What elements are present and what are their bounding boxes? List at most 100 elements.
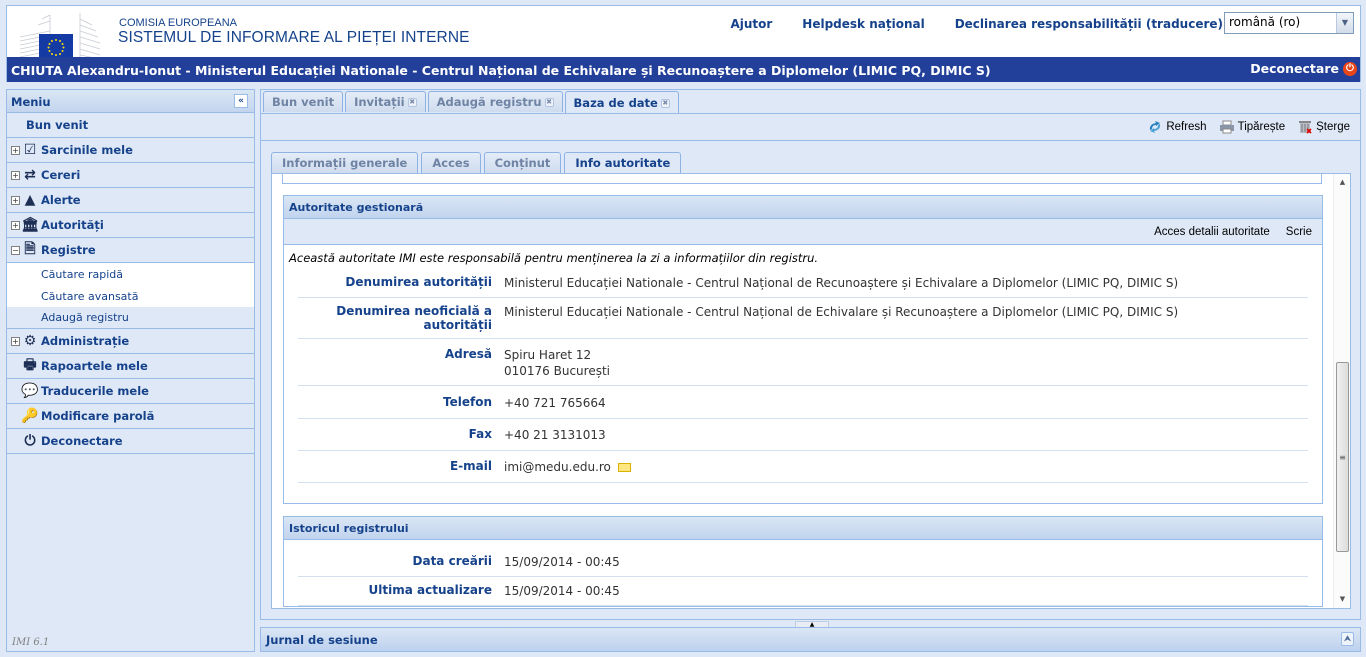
refresh-button[interactable]: Refresh [1147, 120, 1207, 134]
sidebar-item-label: Cereri [41, 168, 81, 182]
expand-icon[interactable]: + [11, 145, 20, 155]
helpdesk-link[interactable]: Helpdesk național [802, 17, 924, 31]
refresh-icon [1150, 121, 1161, 133]
printer-icon [1219, 120, 1234, 134]
sidebar-item-logout[interactable]: ⏻ Deconectare [7, 429, 254, 454]
sidebar-item-label: Registre [41, 243, 96, 257]
field-value: +40 721 765664 [504, 396, 606, 410]
tab-general-info[interactable]: Informații generale [271, 152, 419, 173]
print-label: Tipărește [1237, 121, 1286, 133]
print-button[interactable]: Tipărește [1219, 120, 1286, 134]
collapse-icon[interactable]: − [11, 245, 20, 255]
field-phone: Telefon +40 721 765664 [298, 386, 1308, 419]
sidebar-subitem-advanced-search[interactable]: Căutare avansată [7, 285, 254, 307]
system-name: SISTEMUL DE INFORMARE AL PIEȚEI INTERNE [118, 29, 470, 46]
field-value: Ministerul Educației Nationale - Centrul… [504, 305, 1179, 319]
tab-welcome[interactable]: Bun venit [263, 91, 344, 112]
email-link[interactable]: imi@medu.edu.ro [504, 460, 611, 474]
session-journal-panel[interactable]: Jurnal de sesiune ⮝ [260, 627, 1361, 652]
field-unofficial-name: Denumirea neoficială a autorității Minis… [298, 298, 1308, 339]
sidebar-item-reports[interactable]: 🖶 Rapoartele mele [7, 354, 254, 379]
journal-title: Jurnal de sesiune [266, 633, 378, 647]
trash-icon [1299, 121, 1312, 134]
power-icon: ⏻ [24, 433, 36, 449]
expand-icon[interactable]: + [11, 170, 20, 180]
sidebar-item-welcome[interactable]: Bun venit [7, 113, 254, 138]
disclaimer-link[interactable]: Declinarea responsabilității (traducere) [955, 17, 1223, 31]
tab-add-register[interactable]: Adaugă registru ✖ [427, 91, 563, 112]
field-fax: Fax +40 21 3131013 [298, 419, 1308, 451]
sidebar-item-tasks[interactable]: + ☑ Sarcinile mele [7, 138, 254, 163]
tab-content[interactable]: Conținut [483, 152, 562, 173]
sidebar-item-label: Deconectare [41, 434, 123, 448]
toolbar: Refresh Tipărește Șterge [261, 114, 1360, 141]
org-name: COMISIA EUROPEANA [119, 17, 237, 29]
document-icon: 🗎 [24, 241, 36, 257]
main-tabs: Bun venit Invitații ✖ Adaugă registru ✖ Ba… [263, 91, 679, 114]
sidebar-subitem-quick-search[interactable]: Căutare rapidă [7, 263, 254, 285]
envelope-icon[interactable] [617, 463, 631, 472]
sidebar-item-change-password[interactable]: 🔑 Modificare parolă [7, 404, 254, 429]
detail-tabs: Informații generale Acces Conținut Info … [271, 152, 682, 173]
close-icon[interactable]: ✖ [660, 98, 670, 108]
field-value: +40 21 3131013 [504, 428, 606, 442]
register-history-panel: Istoricul registrului Data creării 15/09… [283, 516, 1323, 607]
chat-icon: 💬 [21, 383, 39, 399]
expand-icon[interactable]: + [11, 195, 20, 205]
field-value: 15/09/2014 - 00:45 [504, 584, 620, 598]
sidebar-item-label: Bun venit [26, 118, 89, 132]
sidebar-item-label: Modificare parolă [41, 409, 155, 423]
sidebar-item-authorities[interactable]: + 🏛 Autorități [7, 213, 254, 238]
sidebar-item-label: Administrație [41, 334, 130, 348]
field-last-update: Ultima actualizare 15/09/2014 - 00:45 [298, 577, 1308, 606]
close-icon[interactable]: ✖ [407, 97, 417, 107]
tab-database[interactable]: Baza de date ✖ [564, 91, 679, 114]
tab-authority-info[interactable]: Info autoritate [564, 152, 682, 173]
sidebar-item-registers[interactable]: − 🗎 Registre [7, 238, 254, 263]
building-icon: 🏛 [21, 217, 39, 233]
scrollbar-thumb[interactable]: ≡ [1336, 362, 1349, 552]
field-authority-name: Denumirea autorității Ministerul Educați… [298, 269, 1308, 298]
sidebar-title: Meniu [11, 95, 51, 109]
help-link[interactable]: Ajutor [730, 17, 772, 31]
sidebar-item-alerts[interactable]: + ▲ Alerte [7, 188, 254, 213]
tab-access[interactable]: Acces [421, 152, 481, 173]
logout-label: Deconectare [1250, 61, 1339, 76]
field-email: E-mail imi@medu.edu.ro [298, 451, 1308, 483]
tab-label: Adaugă registru [436, 95, 542, 109]
main-panel: Bun venit Invitații ✖ Adaugă registru ✖ Ba… [260, 89, 1361, 620]
field-creation-date: Data creării 15/09/2014 - 00:45 [298, 548, 1308, 577]
delete-button[interactable]: Șterge [1297, 120, 1350, 134]
field-label: Fax [468, 427, 492, 441]
authority-info-content: Autoritate gestionară Acces detalii auto… [271, 173, 1351, 609]
expand-icon[interactable]: + [11, 220, 20, 230]
tab-invitations[interactable]: Invitații ✖ [345, 91, 426, 112]
field-address: Adresă Spiru Haret 12 010176 București [298, 339, 1308, 386]
panel-title: Autoritate gestionară [284, 196, 1322, 219]
field-value: Spiru Haret 12 010176 București [504, 347, 610, 379]
address-line-1: Spiru Haret 12 [504, 348, 592, 362]
sidebar-item-requests[interactable]: + ⇄ Cereri [7, 163, 254, 188]
authority-details-link[interactable]: Acces detalii autoritate [1154, 226, 1270, 238]
tab-label: Baza de date [573, 96, 658, 110]
vertical-scrollbar[interactable]: ▲ ≡ ▼ [1333, 174, 1350, 608]
sidebar-item-label: Autorități [41, 218, 104, 232]
sidebar-item-label: Alerte [41, 193, 81, 207]
language-select[interactable]: română (ro) ▼ [1224, 12, 1354, 34]
tab-label: Invitații [354, 95, 405, 109]
scroll-up-icon[interactable]: ▲ [1334, 174, 1350, 191]
user-bar: CHIUTA Alexandru-Ionut - Ministerul Educ… [7, 57, 1360, 82]
logout-button[interactable]: Deconectare ⏻ [1250, 61, 1357, 76]
collapse-sidebar-button[interactable]: « [234, 94, 248, 108]
sidebar-item-translations[interactable]: 💬 Traducerile mele [7, 379, 254, 404]
scroll-down-icon[interactable]: ▼ [1334, 591, 1350, 608]
power-icon: ⏻ [1343, 61, 1357, 76]
field-label: E-mail [449, 459, 492, 473]
sidebar-item-administration[interactable]: + ⚙ Administrație [7, 329, 254, 354]
close-icon[interactable]: ✖ [544, 97, 554, 107]
app-header: COMISIA EUROPEANA SISTEMUL DE INFORMARE … [6, 5, 1361, 82]
write-link[interactable]: Scrie [1286, 226, 1312, 238]
expand-icon[interactable]: + [11, 336, 20, 346]
expand-journal-icon[interactable]: ⮝ [1341, 632, 1354, 646]
sidebar-subitem-add-register[interactable]: Adaugă registru [7, 307, 254, 329]
